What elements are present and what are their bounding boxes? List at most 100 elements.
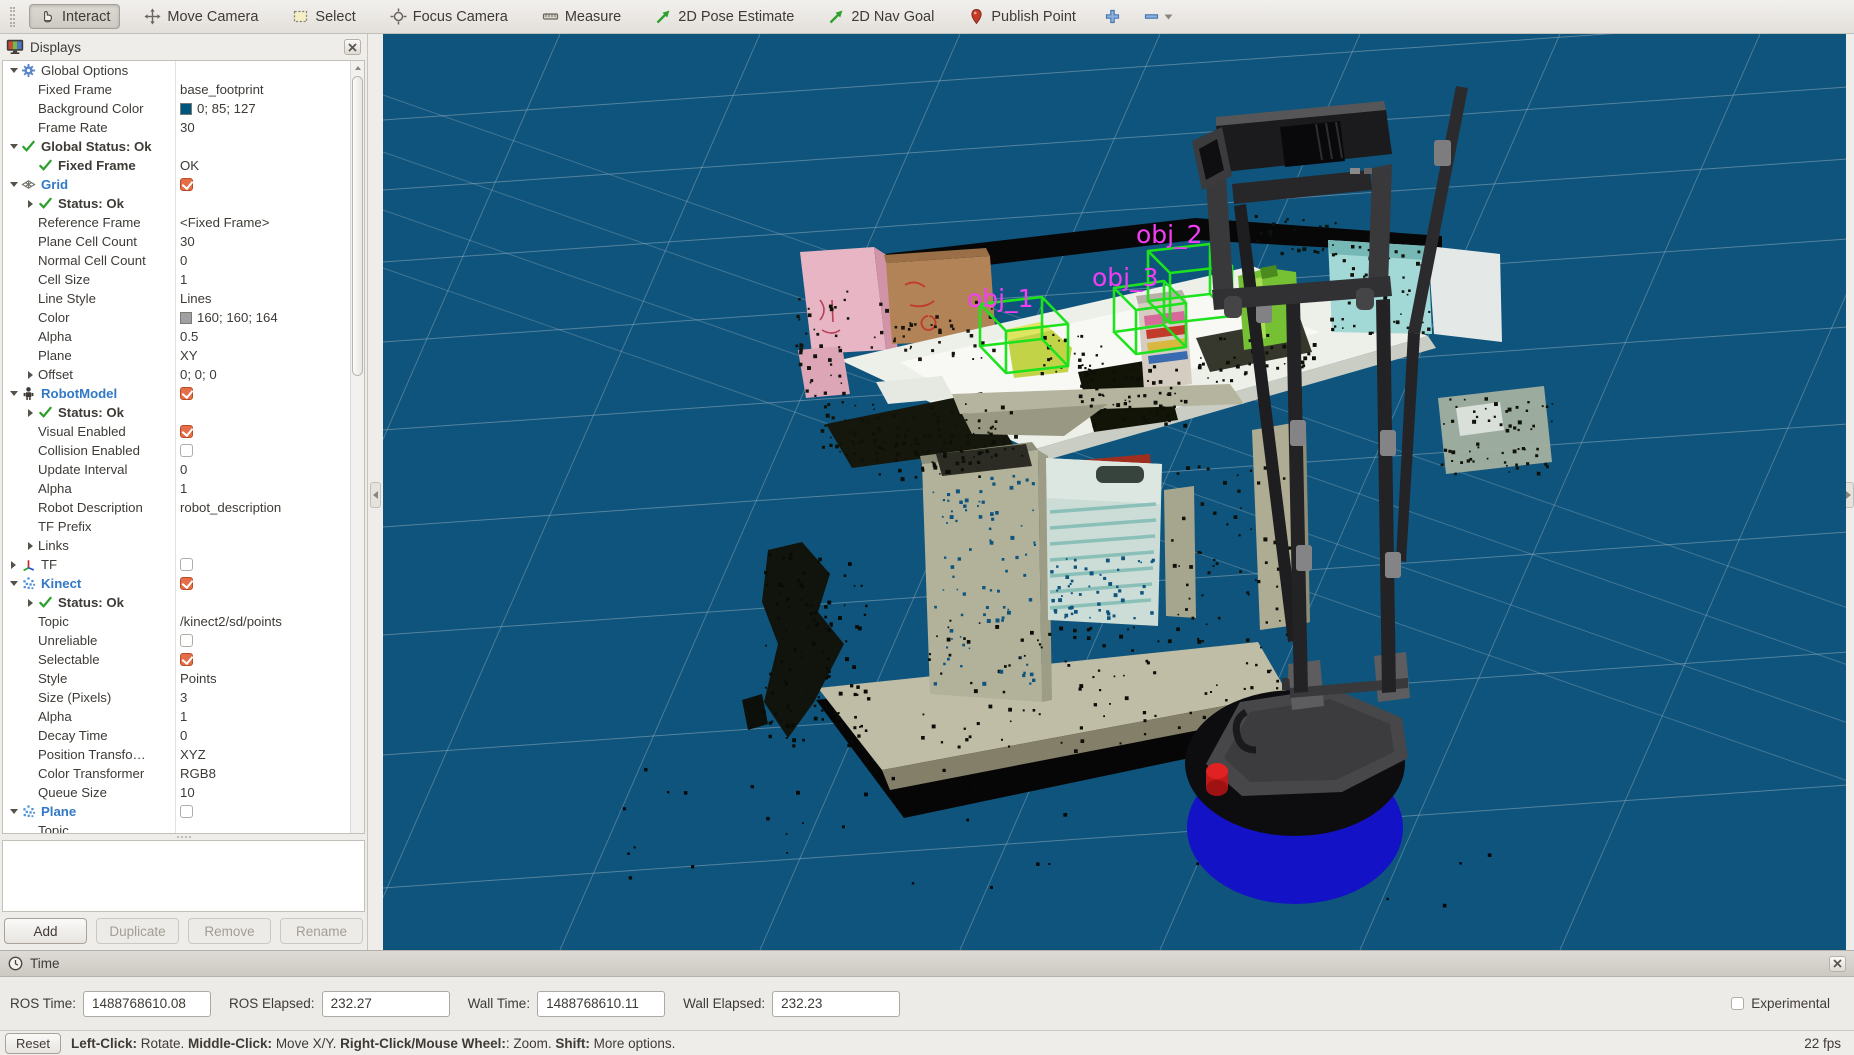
experimental-checkbox[interactable]: [1731, 997, 1744, 1010]
tree-row[interactable]: Frame Rate30: [3, 118, 350, 137]
property-value[interactable]: [175, 634, 350, 647]
property-value[interactable]: 0; 85; 127: [175, 101, 350, 116]
tree-row[interactable]: Update Interval0: [3, 460, 350, 479]
tree-row[interactable]: Selectable: [3, 650, 350, 669]
wall-elapsed-input[interactable]: [772, 991, 900, 1017]
add-tool-button[interactable]: [1100, 6, 1125, 27]
property-value[interactable]: [175, 425, 350, 438]
remove-tool-button[interactable]: [1139, 6, 1177, 27]
tree-row[interactable]: Cell Size1: [3, 270, 350, 289]
expander-icon[interactable]: [6, 391, 21, 396]
enable-checkbox[interactable]: [180, 444, 193, 457]
tree-row[interactable]: Collision Enabled: [3, 441, 350, 460]
enable-checkbox[interactable]: [180, 558, 193, 571]
scrollbar-up-arrow-icon[interactable]: [352, 62, 363, 74]
property-value[interactable]: 3: [175, 690, 350, 705]
tree-row[interactable]: Queue Size10: [3, 783, 350, 802]
property-value[interactable]: 30: [175, 120, 350, 135]
tree-row[interactable]: Plane Cell Count30: [3, 232, 350, 251]
tree-row[interactable]: Topic/kinect2/sd/points: [3, 612, 350, 631]
tree-row[interactable]: Visual Enabled: [3, 422, 350, 441]
property-value[interactable]: 160; 160; 164: [175, 310, 350, 325]
tree-row[interactable]: Topic: [3, 821, 350, 833]
property-value[interactable]: /kinect2/sd/points: [175, 614, 350, 629]
tree-row[interactable]: Color160; 160; 164: [3, 308, 350, 327]
tree-row[interactable]: Robot Descriptionrobot_description: [3, 498, 350, 517]
expander-icon[interactable]: [23, 542, 38, 550]
rename-display-button[interactable]: Rename: [280, 918, 363, 944]
expander-icon[interactable]: [6, 182, 21, 187]
property-value[interactable]: XYZ: [175, 747, 350, 762]
nav-goal-tool-button[interactable]: 2D Nav Goal: [818, 4, 944, 29]
expander-icon[interactable]: [6, 144, 21, 149]
property-value[interactable]: 0: [175, 462, 350, 477]
property-value[interactable]: <Fixed Frame>: [175, 215, 350, 230]
time-panel-header[interactable]: Time: [0, 950, 1854, 977]
close-icon[interactable]: [1829, 956, 1846, 972]
tree-row[interactable]: Size (Pixels)3: [3, 688, 350, 707]
displays-panel-titlebar[interactable]: Displays: [0, 34, 367, 60]
tree-row[interactable]: Kinect: [3, 574, 350, 593]
property-value[interactable]: Points: [175, 671, 350, 686]
tree-row[interactable]: PlaneXY: [3, 346, 350, 365]
enable-checkbox[interactable]: [180, 577, 193, 590]
wall-time-input[interactable]: [537, 991, 665, 1017]
tree-row[interactable]: Position Transfo…XYZ: [3, 745, 350, 764]
enable-checkbox[interactable]: [180, 634, 193, 647]
enable-checkbox[interactable]: [180, 653, 193, 666]
property-value[interactable]: [175, 653, 350, 666]
reset-button[interactable]: Reset: [5, 1033, 61, 1054]
property-value[interactable]: [175, 558, 350, 571]
property-value[interactable]: 1: [175, 272, 350, 287]
property-value[interactable]: 0; 0; 0: [175, 367, 350, 382]
tree-row[interactable]: Alpha0.5: [3, 327, 350, 346]
property-value[interactable]: [175, 178, 350, 191]
collapse-panel-left-arrow-icon[interactable]: [370, 482, 381, 508]
enable-checkbox[interactable]: [180, 805, 193, 818]
tree-row[interactable]: Color TransformerRGB8: [3, 764, 350, 783]
expander-icon[interactable]: [23, 371, 38, 379]
tree-row[interactable]: Status: Ok: [3, 194, 350, 213]
tree-row[interactable]: Decay Time0: [3, 726, 350, 745]
property-value[interactable]: base_footprint: [175, 82, 350, 97]
property-value[interactable]: 0.5: [175, 329, 350, 344]
expander-icon[interactable]: [23, 200, 38, 208]
tree-row[interactable]: Global Status: Ok: [3, 137, 350, 156]
tree-row[interactable]: Status: Ok: [3, 403, 350, 422]
pose-estimate-tool-button[interactable]: 2D Pose Estimate: [645, 4, 804, 29]
select-tool-button[interactable]: Select: [282, 4, 365, 29]
toolbar-overflow-caret-icon[interactable]: [1164, 14, 1173, 20]
tree-row[interactable]: Fixed FrameOK: [3, 156, 350, 175]
tree-row[interactable]: Reference Frame<Fixed Frame>: [3, 213, 350, 232]
publish-point-tool-button[interactable]: Publish Point: [958, 4, 1086, 29]
tree-row[interactable]: Alpha1: [3, 479, 350, 498]
tree-row[interactable]: Alpha1: [3, 707, 350, 726]
tree-row[interactable]: Fixed Framebase_footprint: [3, 80, 350, 99]
move-camera-tool-button[interactable]: Move Camera: [134, 4, 268, 29]
enable-checkbox[interactable]: [180, 425, 193, 438]
displays-tree-scrollbar[interactable]: [350, 61, 364, 833]
property-value[interactable]: [175, 444, 350, 457]
property-value[interactable]: robot_description: [175, 500, 350, 515]
expander-icon[interactable]: [23, 599, 38, 607]
expander-icon[interactable]: [6, 68, 21, 73]
property-value[interactable]: 0: [175, 728, 350, 743]
add-display-button[interactable]: Add: [4, 918, 87, 944]
expander-icon[interactable]: [6, 581, 21, 586]
expander-icon[interactable]: [6, 561, 21, 569]
remove-display-button[interactable]: Remove: [188, 918, 271, 944]
focus-camera-tool-button[interactable]: Focus Camera: [380, 4, 518, 29]
tree-row[interactable]: Grid: [3, 175, 350, 194]
property-value[interactable]: [175, 577, 350, 590]
property-value[interactable]: [175, 387, 350, 400]
tree-row[interactable]: StylePoints: [3, 669, 350, 688]
property-value[interactable]: 1: [175, 709, 350, 724]
property-value[interactable]: [175, 805, 350, 818]
close-icon[interactable]: [344, 39, 361, 55]
toolbar-drag-handle[interactable]: [10, 7, 15, 27]
tree-row[interactable]: Global Options: [3, 61, 350, 80]
tree-row[interactable]: Status: Ok: [3, 593, 350, 612]
property-value[interactable]: RGB8: [175, 766, 350, 781]
tree-row[interactable]: Links: [3, 536, 350, 555]
property-value[interactable]: Lines: [175, 291, 350, 306]
